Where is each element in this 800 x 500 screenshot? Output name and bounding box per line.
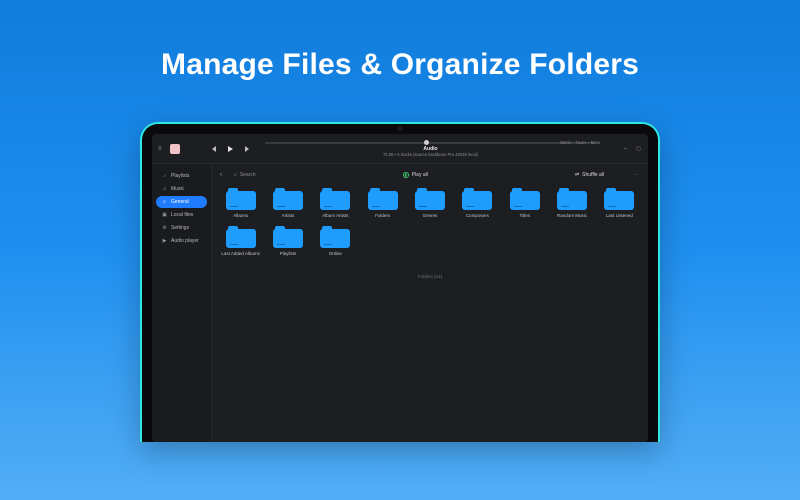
- back-icon[interactable]: ‹: [220, 172, 222, 178]
- shuffle-all-label: Shuffle all: [582, 172, 604, 178]
- folder-item[interactable]: Last Added Albums: [220, 226, 261, 256]
- folder-icon: [273, 188, 303, 210]
- search-field[interactable]: ⌕ Search: [234, 172, 256, 178]
- track-subtitle: 72.96 • 6 tracks (source backbone Pro 48…: [383, 152, 478, 157]
- app-icon[interactable]: [170, 144, 180, 154]
- folder-item[interactable]: Random Music: [551, 188, 592, 218]
- folder-item[interactable]: Genres: [409, 188, 450, 218]
- folder-item[interactable]: Playlists: [267, 226, 308, 256]
- play-all-icon: [403, 172, 409, 178]
- audio-player-icon: ▶: [162, 239, 167, 244]
- sidebar-item-label: Music: [171, 186, 184, 192]
- local-files-icon: ▣: [162, 213, 167, 218]
- folder-item[interactable]: Folders: [362, 188, 403, 218]
- folder-count: Folders (14): [220, 256, 640, 279]
- folder-icon: [462, 188, 492, 210]
- app-screen: Merlo – Tuxer – Moto Audio 72.96 • 6 tra…: [152, 134, 648, 442]
- prev-track-icon[interactable]: [212, 146, 216, 152]
- minimize-icon[interactable]: [624, 146, 630, 152]
- window-icon[interactable]: [636, 146, 642, 152]
- folder-icon: [368, 188, 398, 210]
- folder-icon: [320, 188, 350, 210]
- folder-item[interactable]: Composers: [457, 188, 498, 218]
- sidebar-item-label: Settings: [171, 225, 189, 231]
- folder-item[interactable]: Online: [315, 226, 356, 256]
- sidebar-item-local-files[interactable]: ▣ Local files: [156, 209, 207, 221]
- sidebar-item-music[interactable]: ♫ Music: [156, 183, 207, 195]
- menu-icon[interactable]: [158, 146, 164, 152]
- folder-icon: [557, 188, 587, 210]
- player-bar: Merlo – Tuxer – Moto Audio 72.96 • 6 tra…: [152, 134, 648, 164]
- shuffle-all-button[interactable]: ⇄ Shuffle all: [575, 172, 604, 178]
- folder-grid-row2: Last Added AlbumsPlaylistsOnline: [220, 218, 640, 256]
- search-icon: ⌕: [234, 172, 237, 178]
- folder-icon: [226, 226, 256, 248]
- folder-item[interactable]: Albums: [220, 188, 261, 218]
- sidebar-item-label: Local files: [171, 212, 193, 218]
- music-icon: ♫: [162, 187, 167, 192]
- next-track-icon[interactable]: [245, 146, 249, 152]
- folder-item[interactable]: Last Listened: [599, 188, 640, 218]
- search-label: Search: [240, 172, 256, 178]
- content-toolbar: ‹ ⌕ Search Play all ⇄ Sh: [220, 168, 640, 184]
- folder-icon: [273, 226, 303, 248]
- playback-controls: [212, 146, 249, 152]
- play-icon[interactable]: [228, 146, 233, 152]
- folder-icon: [604, 188, 634, 210]
- now-playing-line: Merlo – Tuxer – Moto: [560, 140, 600, 145]
- folder-icon: [510, 188, 540, 210]
- laptop-mockup: Merlo – Tuxer – Moto Audio 72.96 • 6 tra…: [140, 122, 660, 442]
- folder-icon: [320, 226, 350, 248]
- folder-item[interactable]: Artists: [267, 188, 308, 218]
- more-icon[interactable]: ⋯: [634, 172, 640, 178]
- play-all-button[interactable]: Play all: [403, 172, 428, 178]
- sidebar: ♪ Playlists ♫ Music ⌕ General ▣ Local fi…: [152, 164, 212, 442]
- seek-handle[interactable]: [424, 140, 429, 145]
- sidebar-item-audio-player[interactable]: ▶ Audio player: [156, 235, 207, 247]
- folder-grid-row1: AlbumsArtistsAlbum ArtistsFoldersGenresC…: [220, 184, 640, 218]
- main-pane: ‹ ⌕ Search Play all ⇄ Sh: [212, 164, 648, 442]
- shuffle-icon: ⇄: [575, 172, 579, 178]
- settings-icon: ⚙: [162, 226, 167, 231]
- folder-icon: [415, 188, 445, 210]
- seek-bar[interactable]: [265, 142, 596, 144]
- sidebar-item-settings[interactable]: ⚙ Settings: [156, 222, 207, 234]
- folder-icon: [226, 188, 256, 210]
- play-all-label: Play all: [412, 172, 428, 178]
- camera-notch: [398, 126, 403, 131]
- folder-item[interactable]: Album Artists: [315, 188, 356, 218]
- general-icon: ⌕: [162, 200, 167, 205]
- sidebar-item-label: Playlists: [171, 173, 189, 179]
- sidebar-item-playlists[interactable]: ♪ Playlists: [156, 170, 207, 182]
- sidebar-item-label: Audio player: [171, 238, 199, 244]
- folder-item[interactable]: Titles: [504, 188, 545, 218]
- page-headline: Manage Files & Organize Folders: [161, 48, 639, 82]
- track-meta: Audio 72.96 • 6 tracks (source backbone …: [383, 146, 478, 158]
- playlist-icon: ♪: [162, 174, 167, 179]
- sidebar-item-general[interactable]: ⌕ General: [156, 196, 207, 208]
- sidebar-item-label: General: [171, 199, 189, 205]
